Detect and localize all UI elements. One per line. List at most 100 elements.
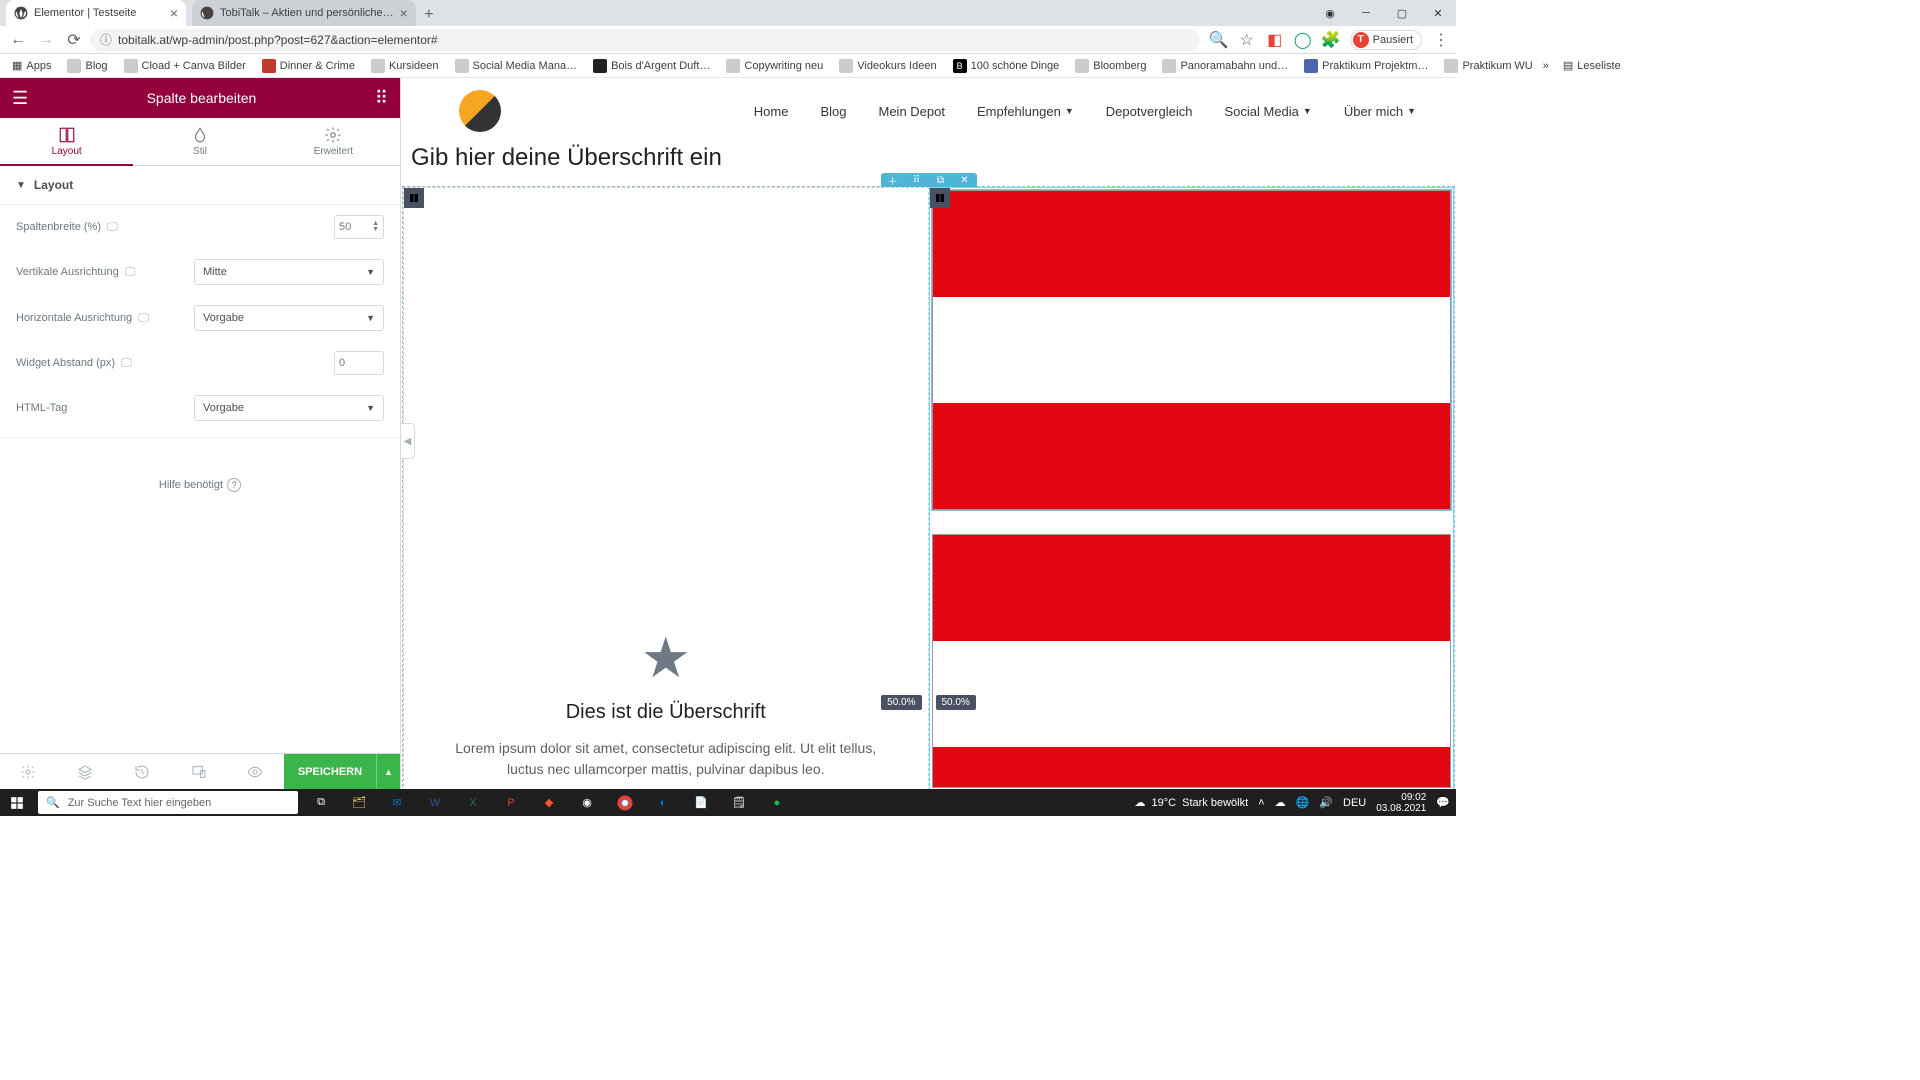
tab-style[interactable]: Stil: [133, 118, 266, 165]
extension-icon[interactable]: ◯: [1294, 31, 1312, 49]
app-excel[interactable]: X: [454, 789, 492, 816]
app-word[interactable]: W: [416, 789, 454, 816]
volume-icon[interactable]: 🔊: [1319, 796, 1333, 809]
collapse-panel-button[interactable]: ◀: [401, 423, 415, 459]
bookmark-item[interactable]: Kursideen: [365, 59, 445, 73]
tray-overflow-icon[interactable]: ˄: [1258, 797, 1264, 809]
close-icon[interactable]: ×: [400, 5, 408, 21]
bookmark-item[interactable]: Copywriting neu: [720, 59, 829, 73]
bookmark-item[interactable]: Panoramabahn und…: [1156, 59, 1294, 73]
task-view-button[interactable]: ⧉: [302, 789, 340, 816]
network-icon[interactable]: 🌐: [1296, 796, 1310, 809]
app-explorer[interactable]: 🗂: [340, 789, 378, 816]
menu-icon[interactable]: ☰: [12, 88, 28, 109]
settings-button[interactable]: [0, 754, 57, 789]
save-button[interactable]: SPEICHERN: [284, 754, 376, 789]
nav-item[interactable]: Empfehlungen▼: [977, 104, 1074, 119]
app-chrome[interactable]: [606, 789, 644, 816]
widget-gap-input[interactable]: 0: [334, 351, 384, 375]
close-icon[interactable]: ×: [170, 5, 178, 21]
column-handle[interactable]: [930, 188, 950, 208]
responsive-button[interactable]: [170, 754, 227, 789]
desktop-icon[interactable]: 🖵: [121, 357, 132, 370]
bookmark-item[interactable]: Social Media Mana…: [449, 59, 584, 73]
html-tag-select[interactable]: Vorgabe ▼: [194, 395, 384, 421]
spinner-icon[interactable]: ▲▼: [372, 221, 379, 233]
iconbox-widget[interactable]: ★ Dies ist die Überschrift Lorem ipsum d…: [404, 188, 928, 789]
nav-item[interactable]: Depotvergleich: [1106, 104, 1193, 119]
image-widget[interactable]: [932, 190, 1452, 510]
delete-section-button[interactable]: ✕: [953, 173, 977, 187]
clock[interactable]: 09:02 03.08.2021: [1376, 792, 1426, 814]
bookmark-item[interactable]: Bloomberg: [1069, 59, 1152, 73]
account-icon[interactable]: ◉: [1312, 0, 1348, 26]
browser-tab[interactable]: TobiTalk – Aktien und persönliche… ×: [192, 0, 416, 26]
app-obs[interactable]: ◉: [568, 789, 606, 816]
bookmark-item[interactable]: Dinner & Crime: [256, 59, 361, 73]
tab-advanced[interactable]: Erweitert: [267, 118, 400, 165]
help-link[interactable]: Hilfe benötigt ?: [0, 438, 400, 532]
save-options-button[interactable]: ▲: [376, 754, 400, 789]
zoom-icon[interactable]: 🔍: [1210, 31, 1228, 49]
nav-item[interactable]: Mein Depot: [879, 104, 945, 119]
browser-tab-active[interactable]: Elementor | Testseite ×: [6, 0, 186, 26]
app-mail[interactable]: ✉: [378, 789, 416, 816]
desktop-icon[interactable]: 🖵: [125, 266, 136, 279]
bookmark-item[interactable]: B100 schöne Dinge: [947, 59, 1066, 73]
app-notepad[interactable]: 🗒: [720, 789, 758, 816]
address-bar[interactable]: ⓘ tobitalk.at/wp-admin/post.php?post=627…: [90, 29, 1200, 51]
duplicate-section-button[interactable]: ⧉: [929, 173, 953, 187]
preview-button[interactable]: [227, 754, 284, 789]
app-spotify[interactable]: ●: [758, 789, 796, 816]
vertical-align-select[interactable]: Mitte ▼: [194, 259, 384, 285]
app-reader[interactable]: 📄: [682, 789, 720, 816]
history-button[interactable]: [114, 754, 171, 789]
app-edge[interactable]: ◐: [644, 789, 682, 816]
back-button[interactable]: ←: [6, 28, 30, 52]
site-info-icon[interactable]: ⓘ: [100, 31, 112, 48]
image-widget[interactable]: [932, 534, 1452, 788]
onedrive-icon[interactable]: ☁: [1275, 796, 1286, 809]
nav-item[interactable]: Blog: [820, 104, 846, 119]
column-right[interactable]: 50.0%: [929, 187, 1455, 789]
bookmark-item[interactable]: Bois d'Argent Duft…: [587, 59, 716, 73]
nav-item[interactable]: Home: [754, 104, 789, 119]
nav-item[interactable]: Social Media▼: [1224, 104, 1311, 119]
horizontal-align-select[interactable]: Vorgabe ▼: [194, 305, 384, 331]
app-powerpoint[interactable]: P: [492, 789, 530, 816]
nav-item[interactable]: Über mich▼: [1344, 104, 1416, 119]
start-button[interactable]: [0, 789, 34, 816]
widgets-icon[interactable]: ⠿: [375, 88, 388, 109]
minimize-button[interactable]: ─: [1348, 0, 1384, 26]
new-tab-button[interactable]: +: [416, 4, 442, 26]
reload-button[interactable]: ⟳: [62, 28, 86, 52]
extension-icon[interactable]: ◧: [1266, 31, 1284, 49]
taskbar-search[interactable]: 🔍 Zur Suche Text hier eingeben: [38, 791, 298, 814]
forward-button[interactable]: →: [34, 28, 58, 52]
weather-widget[interactable]: ☁ 19°C Stark bewölkt: [1135, 796, 1249, 809]
section[interactable]: ＋ ⠿ ⧉ ✕ 50.0% ★ Dies ist die Überschrift…: [402, 186, 1455, 789]
maximize-button[interactable]: ▢: [1384, 0, 1420, 26]
menu-icon[interactable]: ⋮: [1432, 31, 1450, 49]
reading-list-button[interactable]: ▤Leseliste: [1557, 59, 1627, 72]
bookmark-item[interactable]: Praktikum WU: [1438, 59, 1538, 73]
add-section-button[interactable]: ＋: [881, 173, 905, 187]
extensions-icon[interactable]: 🧩: [1322, 31, 1340, 49]
desktop-icon[interactable]: 🖵: [107, 221, 118, 234]
apps-button[interactable]: ▦Apps: [6, 59, 57, 72]
profile-badge[interactable]: T Pausiert: [1350, 30, 1422, 50]
column-handle[interactable]: [404, 188, 424, 208]
edit-section-button[interactable]: ⠿: [905, 173, 929, 187]
notifications-icon[interactable]: 💬: [1436, 796, 1450, 809]
desktop-icon[interactable]: 🖵: [138, 312, 149, 325]
bookmark-item[interactable]: Praktikum Projektm…: [1298, 59, 1434, 73]
navigator-button[interactable]: [57, 754, 114, 789]
section-header[interactable]: ▼ Layout: [0, 166, 400, 205]
bookmarks-overflow-button[interactable]: »: [1543, 60, 1549, 72]
bookmark-item[interactable]: Cload + Canva Bilder: [118, 59, 252, 73]
column-left[interactable]: 50.0% ★ Dies ist die Überschrift Lorem i…: [403, 187, 929, 789]
site-logo[interactable]: [459, 90, 501, 132]
bookmark-star-icon[interactable]: ☆: [1238, 31, 1256, 49]
close-button[interactable]: ✕: [1420, 0, 1456, 26]
app-brave[interactable]: ◆: [530, 789, 568, 816]
